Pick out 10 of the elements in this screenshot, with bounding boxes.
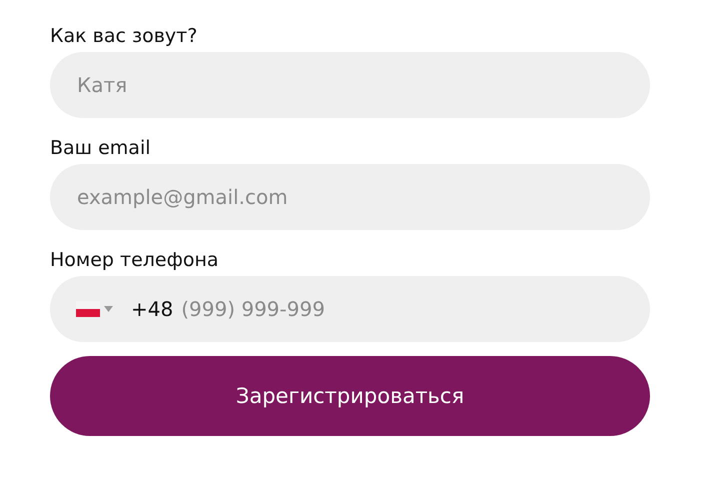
field-label: Как вас зовут? — [50, 24, 198, 48]
register-button[interactable]: Зарегистрироваться — [50, 356, 650, 436]
input-field[interactable]: Катя — [50, 52, 650, 118]
phone-input[interactable]: (999) 999-999 — [181, 297, 624, 321]
field-label: Ваш email — [50, 136, 151, 160]
phone-field[interactable]: +48 (999) 999-999 — [50, 276, 650, 342]
caret-icon[interactable] — [104, 306, 113, 312]
field-label: Номер телефона — [50, 248, 219, 272]
input-field[interactable]: example@gmail.com — [50, 164, 650, 230]
country-code: +48 — [131, 297, 174, 321]
